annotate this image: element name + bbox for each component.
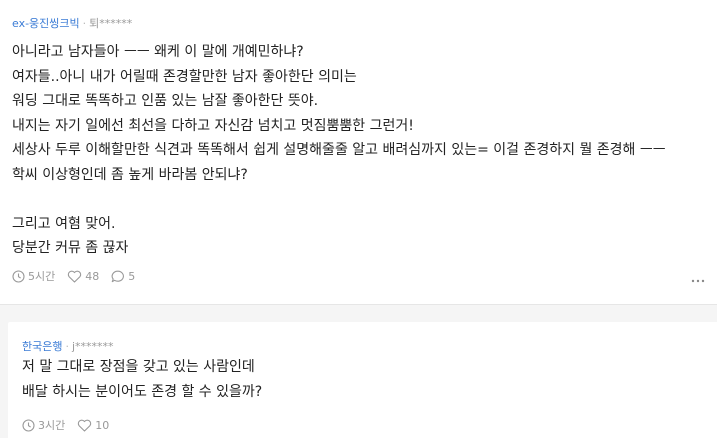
post-line: 그리고 여혐 맞어. <box>12 215 116 232</box>
reply-line: 배달 하시는 분이어도 존경 할 수 있을까? <box>22 383 263 400</box>
post-line: 학씨 이상형인데 좀 높게 바라봄 안되냐? <box>12 166 248 183</box>
more-options-button[interactable] <box>691 268 705 287</box>
post-like-count: 48 <box>85 269 100 283</box>
post-line: 내지는 자기 일에선 최선을 다하고 자신감 넘치고 멋짐뿜뿜한 그런거! <box>12 117 414 134</box>
post-line: 여자들..아니 내가 어릴때 존경할만한 남자 좋아한단 의미는 <box>12 68 357 85</box>
post-card: ex-웅진씽크빅 · 퇴****** 아니라고 남자들아 ㅡㅡ 왜케 이 말에 개예… <box>0 0 717 305</box>
reply-like-button[interactable]: 10 <box>77 419 109 432</box>
post-body: 아니라고 남자들아 ㅡㅡ 왜케 이 말에 개예민하냐? 여자들..아니 내가 어… <box>12 40 709 261</box>
separator-dot: · <box>65 340 69 353</box>
reply-author-meta: 한국은행 · j******* <box>22 338 114 354</box>
post-comment-count: 5 <box>128 269 136 283</box>
post-time: 5시간 <box>12 268 55 284</box>
post-actions: 5시간 48 5 <box>12 268 135 284</box>
reply-company[interactable]: 한국은행 <box>22 340 62 353</box>
post-line: 아니라고 남자들아 ㅡㅡ 왜케 이 말에 개예민하냐? <box>12 44 304 60</box>
post-username: 퇴****** <box>89 17 133 30</box>
more-dots-icon <box>691 279 705 283</box>
post-line: 당분간 커뮤 좀 끊자 <box>12 240 129 256</box>
reply-time: 3시간 <box>22 417 65 433</box>
post-line: 세상사 두루 이해할만한 식견과 똑똑해서 쉽게 설명해줄줄 알고 배려심까지 … <box>12 142 666 158</box>
separator-dot: · <box>82 17 87 30</box>
reply-like-count: 10 <box>95 418 110 432</box>
heart-icon <box>78 419 92 432</box>
post-line: 워딩 그대로 똑똑하고 인품 있는 남잘 좋아한단 뜻야. <box>12 93 319 109</box>
reply-username: j******* <box>71 340 114 353</box>
reply-line: 저 말 그대로 장점을 갖고 있는 사람인데 <box>22 359 255 375</box>
speech-bubble-icon <box>111 270 125 282</box>
post-time-text: 5시간 <box>28 270 56 283</box>
reply-actions: 3시간 10 <box>22 417 109 433</box>
post-company[interactable]: ex-웅진씽크빅 <box>12 17 80 30</box>
reply-body: 저 말 그대로 장점을 갖고 있는 사람인데 배달 하시는 분이어도 존경 할 … <box>22 355 709 404</box>
clock-icon <box>22 418 35 432</box>
post-line <box>12 187 709 212</box>
clock-icon <box>12 269 25 283</box>
post-comment-button[interactable]: 5 <box>111 270 135 283</box>
reply-section: 한국은행 · j******* 저 말 그대로 장점을 갖고 있는 사람인데 배달 … <box>0 305 717 438</box>
reply-time-text: 3시간 <box>38 419 66 432</box>
post-like-button[interactable]: 48 <box>67 270 99 283</box>
heart-icon <box>68 270 82 283</box>
reply-card: 한국은행 · j******* 저 말 그대로 장점을 갖고 있는 사람인데 배달 … <box>8 322 717 438</box>
post-author-meta: ex-웅진씽크빅 · 퇴****** <box>12 15 132 31</box>
